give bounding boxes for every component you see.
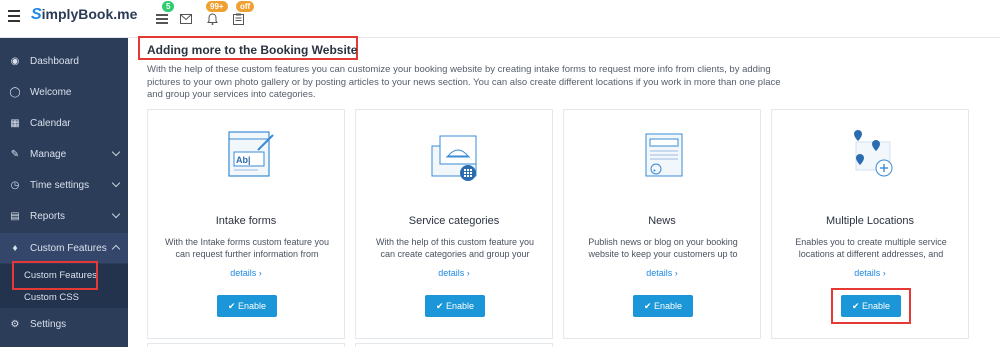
chevron-down-icon	[111, 178, 121, 188]
clipboard-icon[interactable]: off	[228, 1, 255, 30]
calendar-icon: ▦	[10, 117, 20, 129]
sidebar-item-manage[interactable]: ✎ Manage	[0, 139, 128, 169]
list-icon[interactable]: 5	[152, 1, 175, 30]
logo[interactable]: SimplyBook.me	[31, 6, 137, 24]
sidebar-item-label: Settings	[30, 318, 67, 330]
highlight-box	[12, 261, 98, 290]
news-illustration	[564, 128, 760, 188]
sidebar-item-label: Time settings	[30, 179, 90, 191]
feature-card-news: News Publish news or blog on your bookin…	[563, 109, 761, 339]
card-title: Multiple Locations	[825, 215, 915, 227]
chevron-down-icon	[111, 147, 121, 157]
sidebar-item-time-settings[interactable]: ◷ Time settings	[0, 170, 128, 200]
details-link[interactable]: details ›	[356, 268, 552, 278]
chart-icon: ▤	[10, 210, 20, 222]
notification-badge: 5	[162, 1, 175, 12]
intake-forms-illustration: Ab|	[148, 128, 344, 188]
details-link[interactable]: details ›	[148, 268, 344, 278]
chevron-down-icon	[111, 209, 121, 219]
sidebar-item-label: Reports	[30, 210, 66, 222]
puzzle-icon: ♦	[12, 242, 18, 254]
multiple-locations-illustration	[772, 128, 968, 188]
enable-button[interactable]: ✔ Enable	[633, 295, 693, 317]
sidebar-item-label: Dashboard	[30, 55, 79, 67]
sidebar-item-label: Welcome	[30, 86, 72, 98]
bell-icon[interactable]: 99+	[202, 1, 228, 30]
chevron-up-icon	[111, 244, 121, 254]
enable-button[interactable]: ✔ Enable	[425, 295, 485, 317]
card-title: Service categories	[408, 215, 500, 227]
feature-card-partial	[147, 343, 345, 347]
sidebar-item-calendar[interactable]: ▦ Calendar	[0, 108, 128, 138]
details-link[interactable]: details ›	[772, 268, 968, 278]
details-link[interactable]: details ›	[564, 268, 760, 278]
feature-card-partial	[355, 343, 553, 347]
card-description: With the help of this custom feature you…	[375, 237, 535, 259]
pencil-icon: ✎	[10, 148, 20, 160]
dashboard-icon: ◉	[10, 55, 20, 67]
sidebar-item-dashboard[interactable]: ◉ Dashboard	[0, 46, 128, 76]
status-badge: off	[236, 1, 255, 12]
cogs-icon: ⚙	[10, 318, 20, 330]
sidebar-item-label: Custom Features	[30, 242, 107, 254]
feature-card-intake-forms: Ab| Intake forms With the Intake forms c…	[147, 109, 345, 339]
card-description: With the Intake forms custom feature you…	[164, 237, 330, 259]
sidebar-item-welcome[interactable]: ◯ Welcome	[0, 77, 128, 107]
sidebar-item-reports[interactable]: ▤ Reports	[0, 201, 128, 231]
menu-icon[interactable]	[8, 10, 20, 22]
sidebar-item-label: Calendar	[30, 117, 71, 129]
feature-card-service-categories: Service categories With the help of this…	[355, 109, 553, 339]
sidebar-subitem-label: Custom CSS	[24, 291, 79, 303]
sidebar-item-settings[interactable]: ⚙ Settings	[0, 309, 128, 339]
feature-card-multiple-locations: Multiple Locations Enables you to create…	[771, 109, 969, 339]
enable-button[interactable]: ✔ Enable	[217, 295, 277, 317]
clock-icon: ◷	[10, 179, 20, 191]
service-categories-illustration	[356, 128, 552, 188]
card-title: News	[648, 215, 676, 227]
sidebar-item-label: Manage	[30, 148, 67, 160]
highlight-box	[831, 288, 911, 324]
top-bar: SimplyBook.me 5 99+ off	[0, 0, 1000, 38]
card-description: Enables you to create multiple service l…	[795, 237, 947, 259]
illu-text: Ab|	[236, 155, 251, 165]
section-description: With the help of these custom features y…	[147, 64, 781, 100]
card-description: Publish news or blog on your booking web…	[588, 237, 738, 259]
page-title: Adding more to the Booking Website	[147, 43, 358, 57]
main-content: Adding more to the Booking Website With …	[128, 36, 1000, 347]
sidebar: ◉ Dashboard ◯ Welcome ▦ Calendar ✎ Manag…	[0, 38, 128, 347]
sidebar-item-custom-features[interactable]: ♦ Custom Features	[0, 233, 128, 263]
lightbulb-icon: ◯	[9, 86, 21, 98]
envelope-icon[interactable]	[176, 8, 196, 30]
notification-badge: 99+	[206, 1, 228, 12]
card-title: Intake forms	[215, 215, 277, 227]
